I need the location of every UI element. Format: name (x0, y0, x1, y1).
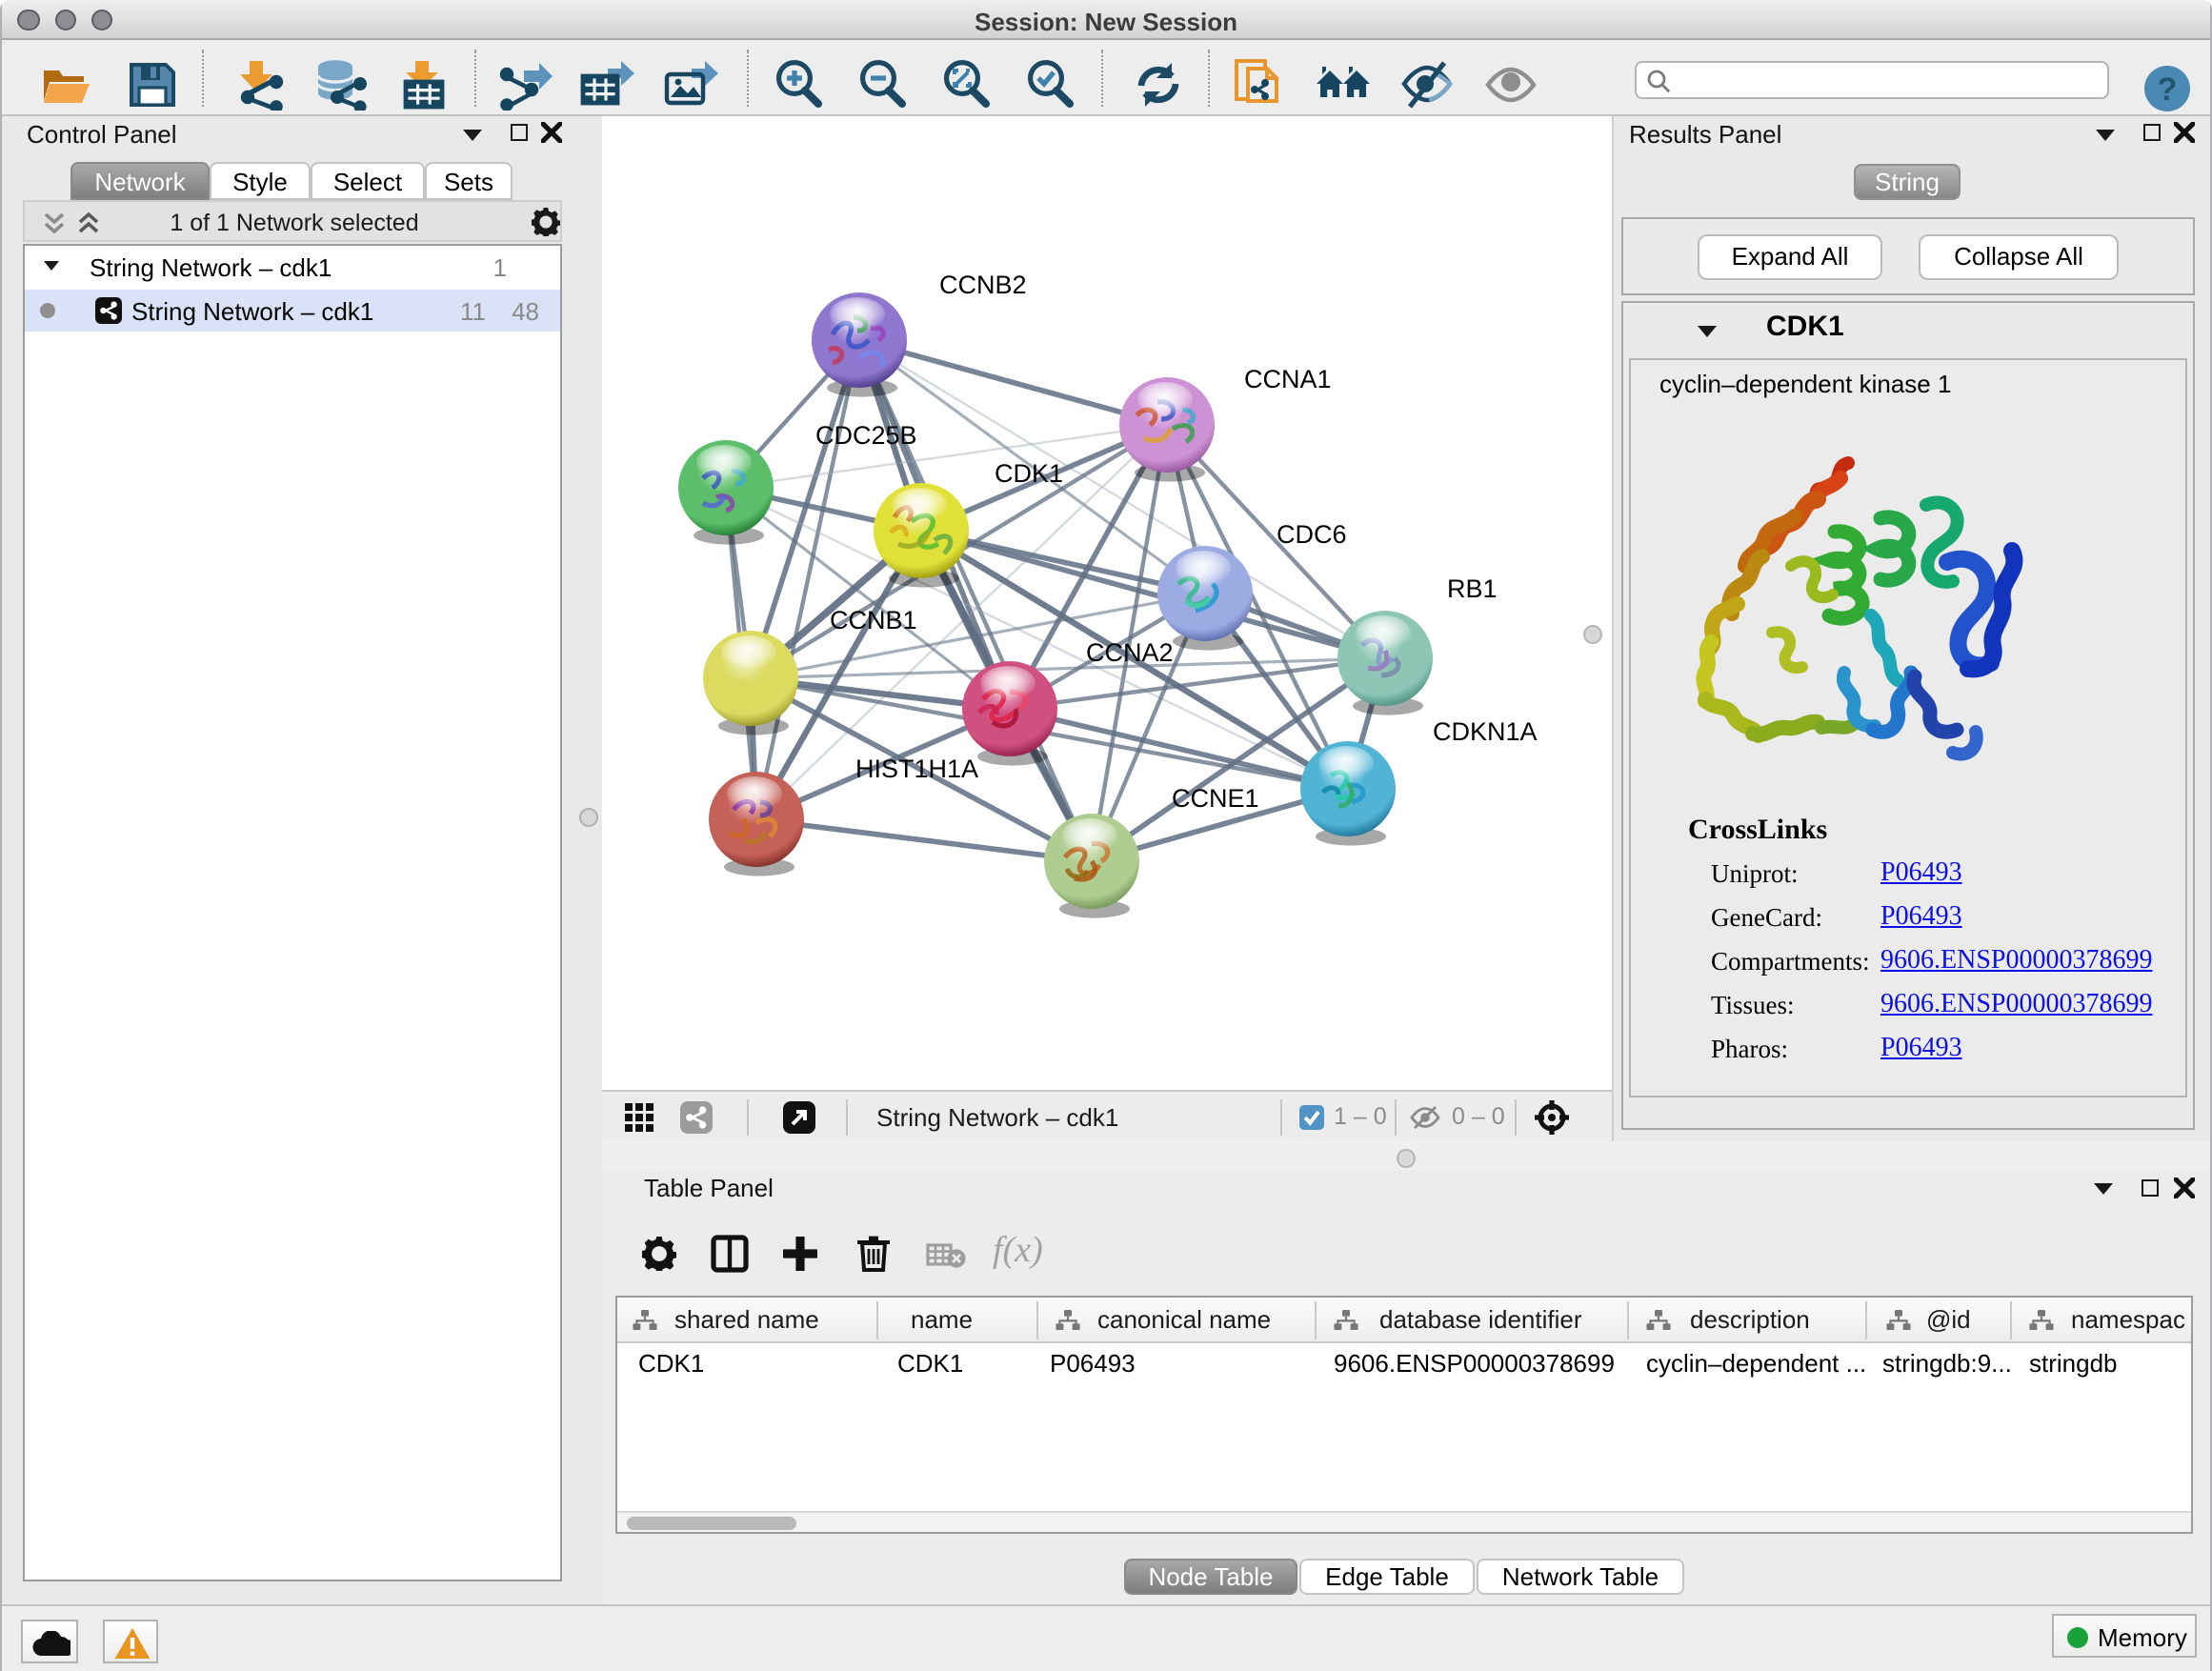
svg-text:CCNB1: CCNB1 (830, 606, 917, 634)
svg-text:CCNA1: CCNA1 (1244, 365, 1332, 393)
svg-text:CDC6: CDC6 (1277, 520, 1347, 549)
svg-text:?: ? (2158, 71, 2178, 108)
svg-text:CCNA2: CCNA2 (1086, 638, 1174, 667)
svg-text:CDC25B: CDC25B (815, 421, 917, 450)
svg-text:CCNB2: CCNB2 (939, 271, 1027, 299)
svg-text:HIST1H1A: HIST1H1A (855, 755, 978, 783)
svg-text:RB1: RB1 (1447, 574, 1498, 603)
svg-text:CDKN1A: CDKN1A (1433, 717, 1538, 746)
svg-text:CDK1: CDK1 (995, 459, 1063, 488)
svg-text:CCNE1: CCNE1 (1172, 784, 1259, 813)
